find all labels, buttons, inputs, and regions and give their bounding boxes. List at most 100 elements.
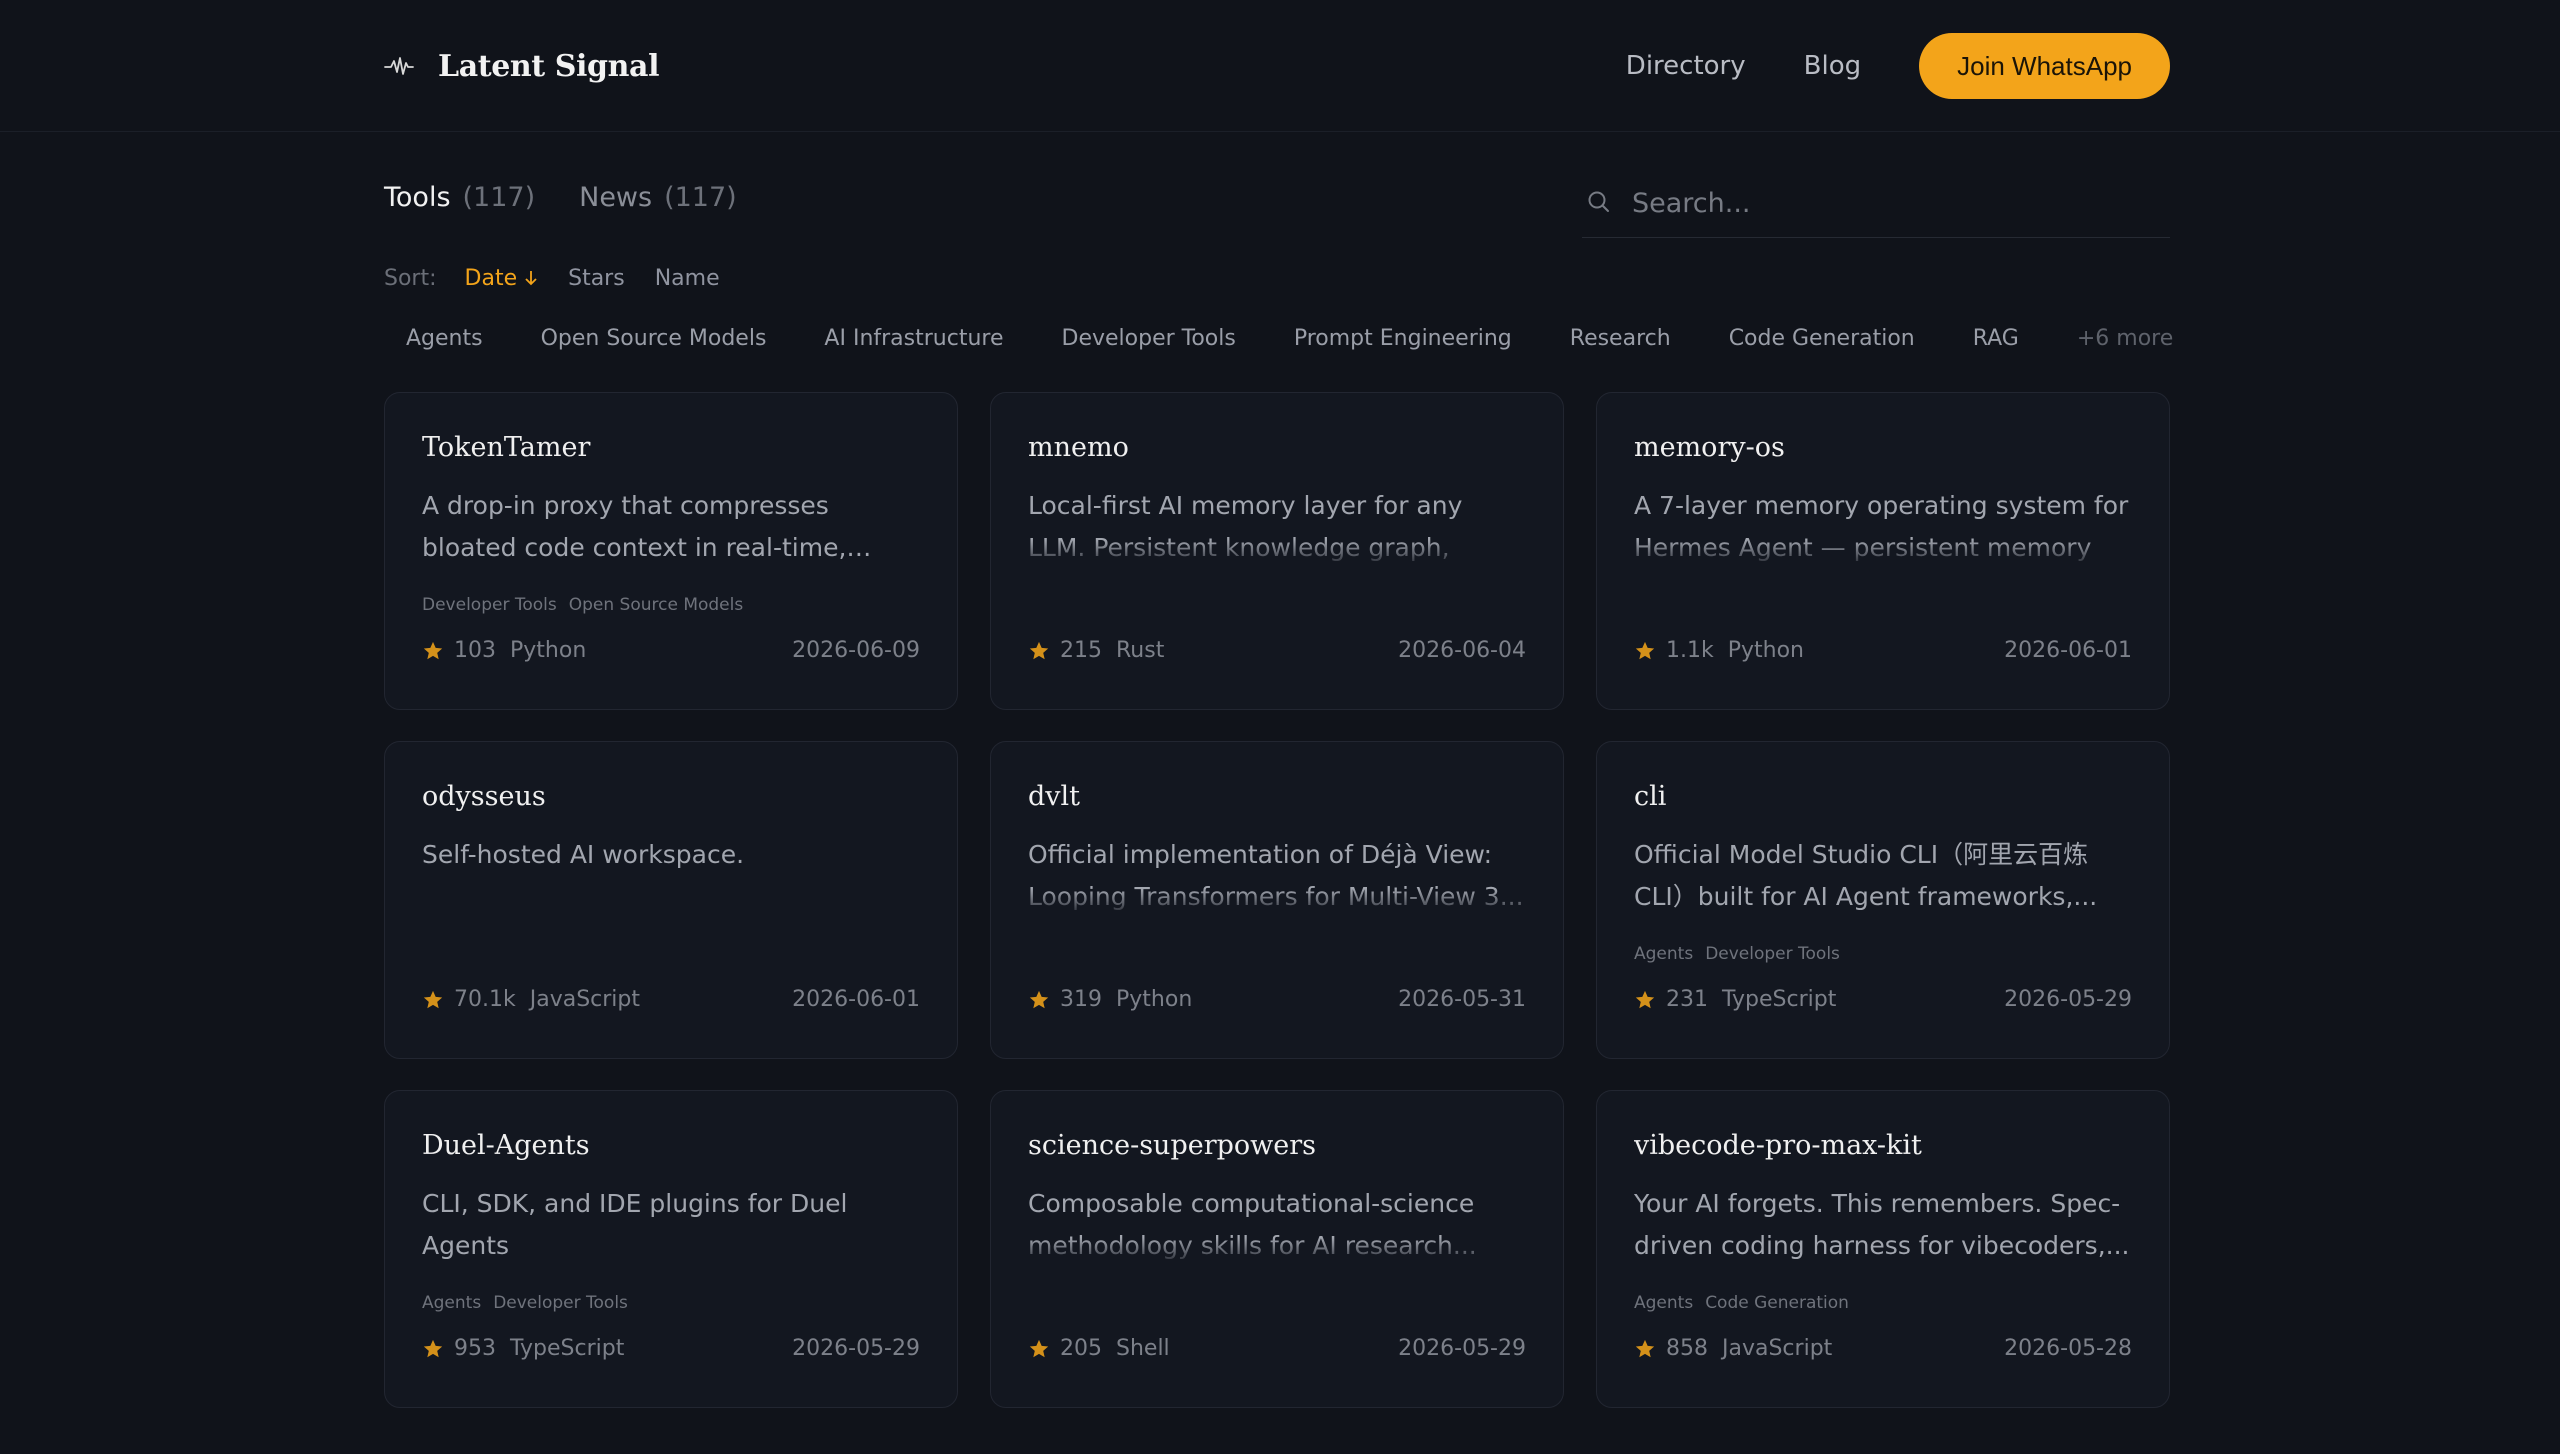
main-nav: Directory Blog Join WhatsApp xyxy=(1626,33,2170,99)
tool-card-tag: Agents xyxy=(1634,944,1694,964)
tool-card-footer: 103 Python 2026-06-09 xyxy=(422,638,920,663)
star-icon xyxy=(422,640,444,662)
filter-agents[interactable]: Agents xyxy=(384,322,505,355)
arrow-down-icon xyxy=(524,266,538,291)
tool-card-language: TypeScript xyxy=(1722,987,1837,1012)
tool-card-stars: 70.1k xyxy=(454,987,516,1012)
tool-card[interactable]: Duel-Agents CLI, SDK, and IDE plugins fo… xyxy=(384,1090,958,1408)
nav-directory-link[interactable]: Directory xyxy=(1626,51,1746,81)
tool-card-grid: TokenTamer A drop-in proxy that compress… xyxy=(384,392,2170,1408)
tool-card[interactable]: mnemo Local-first AI memory layer for an… xyxy=(990,392,1564,710)
tool-card-title: TokenTamer xyxy=(422,432,591,463)
star-icon xyxy=(422,989,444,1011)
tool-card-footer: 215 Rust 2026-06-04 xyxy=(1028,638,1526,663)
brand[interactable]: Latent Signal xyxy=(384,49,659,84)
filter-prompt-engineering[interactable]: Prompt Engineering xyxy=(1272,322,1534,355)
filter-developer-tools[interactable]: Developer Tools xyxy=(1040,322,1258,355)
tool-card-tag: Developer Tools xyxy=(1705,944,1840,964)
join-whatsapp-button[interactable]: Join WhatsApp xyxy=(1919,33,2170,99)
sort-date-option[interactable]: Date xyxy=(465,266,539,291)
tool-card-title: dvlt xyxy=(1028,781,1081,812)
sort-label: Sort: xyxy=(384,266,437,291)
tool-card-stars: 1.1k xyxy=(1666,638,1714,663)
tool-card-stars: 215 xyxy=(1060,638,1102,663)
tool-card-footer: 231 TypeScript 2026-05-29 xyxy=(1634,987,2132,1012)
tool-card-tag: Developer Tools xyxy=(422,595,557,615)
tab-tools[interactable]: Tools (117) xyxy=(384,182,535,213)
filter-research[interactable]: Research xyxy=(1548,322,1693,355)
tool-card[interactable]: vibecode-pro-max-kit Your AI forgets. Th… xyxy=(1596,1090,2170,1408)
star-icon xyxy=(1634,640,1656,662)
tool-card-stars: 953 xyxy=(454,1336,496,1361)
nav-blog-link[interactable]: Blog xyxy=(1804,51,1861,81)
sort-stars-option[interactable]: Stars xyxy=(568,266,625,291)
tool-card-footer: 953 TypeScript 2026-05-29 xyxy=(422,1336,920,1361)
star-icon xyxy=(1028,1338,1050,1360)
tool-card-language: Shell xyxy=(1116,1336,1170,1361)
header-inner: Latent Signal Directory Blog Join WhatsA… xyxy=(384,0,2170,132)
tool-card-tags: Developer Tools Open Source Models xyxy=(422,595,743,615)
tool-card-stars: 319 xyxy=(1060,987,1102,1012)
tool-card-tag: Agents xyxy=(1634,1293,1694,1313)
tool-card-description: Local-first AI memory layer for any LLM.… xyxy=(1028,491,1463,562)
tool-card-title: odysseus xyxy=(422,781,546,812)
tool-card-date: 2026-06-04 xyxy=(1398,638,1526,663)
tab-tools-label: Tools xyxy=(384,182,451,213)
tool-card-meta: 858 JavaScript xyxy=(1634,1336,1832,1361)
tool-card-stars: 858 xyxy=(1666,1336,1708,1361)
content-tabs: Tools (117) News (117) xyxy=(384,182,737,213)
tool-card-date: 2026-05-29 xyxy=(2004,987,2132,1012)
sort-name-option[interactable]: Name xyxy=(655,266,720,291)
tab-news[interactable]: News (117) xyxy=(579,182,737,213)
search-box xyxy=(1582,170,2170,238)
tool-card[interactable]: memory-os A 7-layer memory operating sys… xyxy=(1596,392,2170,710)
tab-news-label: News xyxy=(579,182,653,213)
tool-card-footer: 319 Python 2026-05-31 xyxy=(1028,987,1526,1012)
tool-card-meta: 205 Shell xyxy=(1028,1336,1170,1361)
tool-card-tags: Agents Developer Tools xyxy=(1634,944,1840,964)
tool-card-language: TypeScript xyxy=(510,1336,625,1361)
tool-card-tag: Code Generation xyxy=(1705,1293,1849,1313)
tool-card-description: A drop-in proxy that compresses bloated … xyxy=(422,491,847,562)
tool-card-title: Duel-Agents xyxy=(422,1130,590,1161)
tool-card[interactable]: TokenTamer A drop-in proxy that compress… xyxy=(384,392,958,710)
tool-card-language: Python xyxy=(1116,987,1193,1012)
tool-card[interactable]: odysseus Self-hosted AI workspace. 70.1k… xyxy=(384,741,958,1059)
tool-card-tag: Open Source Models xyxy=(568,595,744,615)
tool-card-language: Rust xyxy=(1116,638,1165,663)
tool-card-meta: 1.1k Python xyxy=(1634,638,1804,663)
tool-card[interactable]: dvlt Official implementation of Déjà Vie… xyxy=(990,741,1564,1059)
tool-card-title: vibecode-pro-max-kit xyxy=(1634,1130,1922,1161)
filter-rag[interactable]: RAG xyxy=(1951,322,2041,355)
tool-card-footer: 858 JavaScript 2026-05-28 xyxy=(1634,1336,2132,1361)
tool-card-description: Your AI forgets. This remembers. Spec-dr… xyxy=(1634,1189,2130,1260)
tool-card-footer: 205 Shell 2026-05-29 xyxy=(1028,1336,1526,1361)
tool-card-title: memory-os xyxy=(1634,432,1785,463)
tool-card[interactable]: science-superpowers Composable computati… xyxy=(990,1090,1564,1408)
filter-ai-infrastructure[interactable]: AI Infrastructure xyxy=(802,322,1025,355)
tool-card-title: mnemo xyxy=(1028,432,1129,463)
search-input[interactable] xyxy=(1630,187,2150,220)
tool-card-footer: 70.1k JavaScript 2026-06-01 xyxy=(422,987,920,1012)
tool-card-date: 2026-06-09 xyxy=(792,638,920,663)
tool-card-footer: 1.1k Python 2026-06-01 xyxy=(1634,638,2132,663)
tool-card-stars: 231 xyxy=(1666,987,1708,1012)
filter-open-source-models[interactable]: Open Source Models xyxy=(519,322,789,355)
tool-card-description: CLI, SDK, and IDE plugins for Duel Agent… xyxy=(422,1189,848,1260)
tool-card-tag: Developer Tools xyxy=(493,1293,628,1313)
tool-card-description: Composable computational-science methodo… xyxy=(1028,1189,1477,1260)
tool-card[interactable]: cli Official Model Studio CLI（阿里云百炼CLI）b… xyxy=(1596,741,2170,1059)
star-icon xyxy=(422,1338,444,1360)
tool-card-tag: Agents xyxy=(422,1293,482,1313)
tool-card-date: 2026-05-29 xyxy=(792,1336,920,1361)
tool-card-language: JavaScript xyxy=(1722,1336,1833,1361)
filter-more-button[interactable]: +6 more xyxy=(2055,322,2195,355)
filter-code-generation[interactable]: Code Generation xyxy=(1707,322,1937,355)
tool-card-meta: 231 TypeScript xyxy=(1634,987,1836,1012)
tool-card-language: JavaScript xyxy=(529,987,641,1012)
star-icon xyxy=(1028,989,1050,1011)
tool-card-stars: 205 xyxy=(1060,1336,1102,1361)
tool-card-tags: Agents Code Generation xyxy=(1634,1293,1849,1313)
tool-card-date: 2026-06-01 xyxy=(792,987,920,1012)
tool-card-meta: 319 Python xyxy=(1028,987,1192,1012)
